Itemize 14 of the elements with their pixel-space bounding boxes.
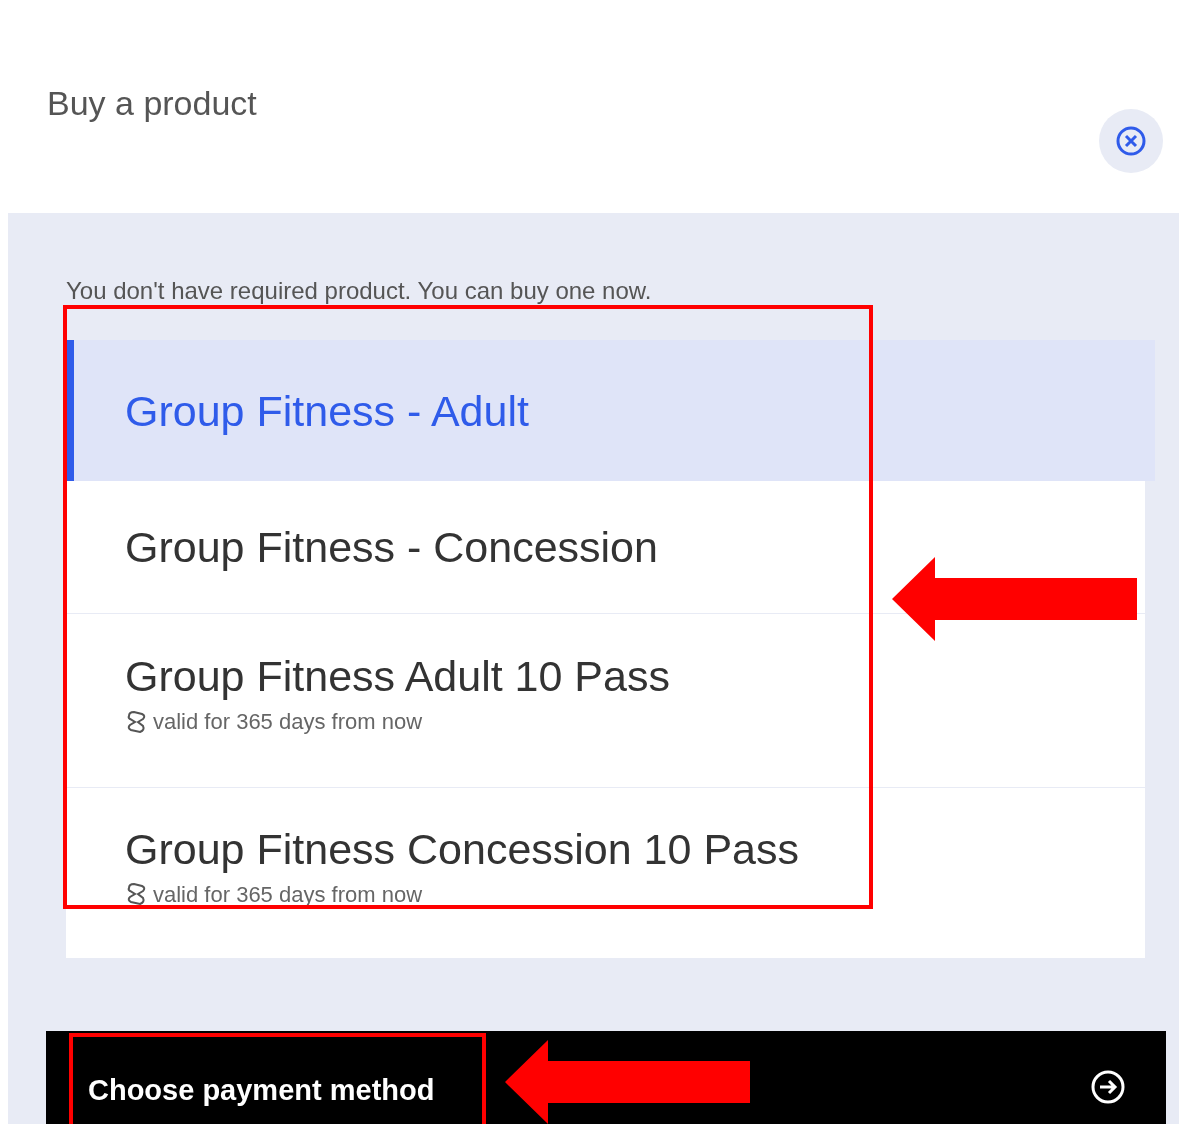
arrow-circle-icon	[1090, 1069, 1126, 1105]
validity-text: valid for 365 days from now	[153, 708, 423, 736]
close-icon	[1115, 125, 1147, 157]
product-name: Group Fitness Concession 10 Pass	[125, 823, 800, 875]
product-item[interactable]: Group Fitness Adult 10 Pass valid for 365 days from now	[66, 614, 886, 787]
product-name: Group Fitness - Concession	[125, 522, 659, 573]
product-name: Group Fitness - Adult	[125, 385, 530, 437]
product-item[interactable]: Group Fitness Concession 10 Pass valid for 365 days from now	[66, 788, 886, 958]
validity-text: valid for 365 days from now	[153, 880, 423, 909]
product-name: Group Fitness Adult 10 Pass	[125, 651, 671, 702]
message-text: You don't have required product. You can buy one now.	[66, 277, 653, 305]
product-item[interactable]: Group Fitness - Adult	[66, 340, 1155, 481]
dialog-title: Buy a product	[47, 83, 257, 124]
product-item[interactable]: Group Fitness - Concession	[66, 481, 886, 613]
